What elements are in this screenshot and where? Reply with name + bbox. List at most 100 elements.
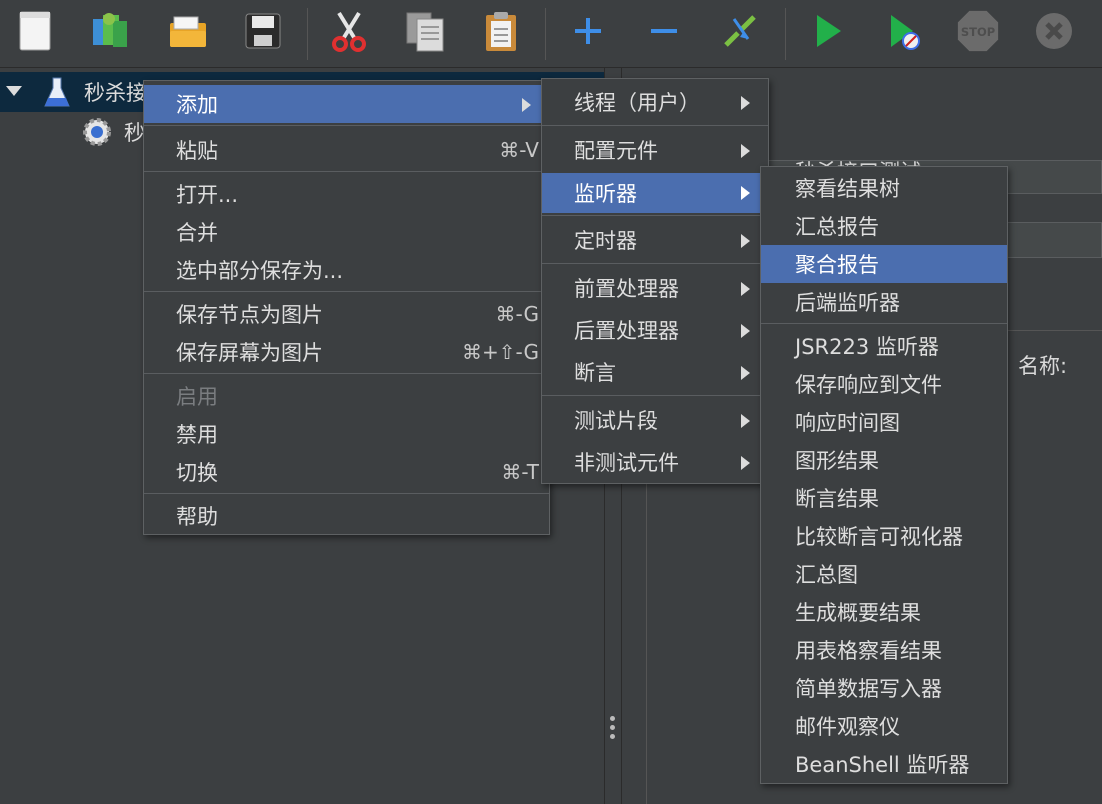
menu-item-help[interactable]: 帮助	[144, 497, 549, 535]
menu-item-assertion[interactable]: 断言	[542, 353, 768, 391]
menu-item-shortcut: ⌘+⇧-G	[462, 340, 539, 364]
copy-icon[interactable]	[402, 8, 448, 54]
menu-item-label: 聚合报告	[795, 253, 879, 277]
menu-item-label: BeanShell 监听器	[795, 753, 970, 777]
submenu-arrow-icon	[741, 234, 750, 248]
menu-separator	[542, 395, 768, 396]
menu-item-shortcut: ⌘-V	[499, 138, 539, 162]
chevron-down-icon[interactable]	[6, 86, 22, 96]
menu-item-jsr223-listener[interactable]: JSR223 监听器	[761, 327, 1007, 365]
menu-item-save-node-image[interactable]: 保存节点为图片 ⌘-G	[144, 295, 549, 333]
menu-item-label: 响应时间图	[795, 411, 900, 435]
menu-item-assertion-results[interactable]: 断言结果	[761, 479, 1007, 517]
paste-icon[interactable]	[478, 8, 524, 54]
menu-separator	[542, 125, 768, 126]
toolbar-separator	[785, 8, 786, 60]
start-no-pauses-icon[interactable]	[880, 8, 926, 54]
tree-node-label: 秒	[124, 121, 145, 145]
menu-item-label: 线程（用户）	[574, 91, 700, 115]
toggle-icon[interactable]	[717, 8, 763, 54]
name-label: 名称:	[1018, 354, 1068, 378]
menu-item-label: 添加	[176, 93, 218, 117]
menu-item-save-screen-image[interactable]: 保存屏幕为图片 ⌘+⇧-G	[144, 333, 549, 371]
menu-item-config-element[interactable]: 配置元件	[542, 131, 768, 169]
submenu-arrow-icon	[741, 96, 750, 110]
submenu-arrow-icon	[741, 144, 750, 158]
menu-separator	[542, 263, 768, 264]
menu-item-paste[interactable]: 粘贴 ⌘-V	[144, 131, 549, 169]
menu-item-response-time-graph[interactable]: 响应时间图	[761, 403, 1007, 441]
listener-submenu: 察看结果树 汇总报告 聚合报告 后端监听器 JSR223 监听器 保存响应到文件…	[760, 166, 1008, 784]
menu-item-open[interactable]: 打开...	[144, 175, 549, 213]
new-icon[interactable]	[12, 8, 58, 54]
menu-item-view-results-table[interactable]: 用表格察看结果	[761, 631, 1007, 669]
menu-item-test-fragment[interactable]: 测试片段	[542, 401, 768, 439]
menu-item-save-selection[interactable]: 选中部分保存为...	[144, 251, 549, 289]
menu-item-generate-summary-results[interactable]: 生成概要结果	[761, 593, 1007, 631]
submenu-arrow-icon	[522, 98, 531, 112]
menu-item-label: 断言	[574, 361, 616, 385]
toolbar: STOP	[0, 0, 1102, 68]
menu-item-disable[interactable]: 禁用	[144, 415, 549, 453]
menu-item-graph-results[interactable]: 图形结果	[761, 441, 1007, 479]
context-menu: 添加 粘贴 ⌘-V 打开... 合并 选中部分保存为... 保存节点为图片 ⌘-…	[143, 80, 550, 535]
menu-item-timer[interactable]: 定时器	[542, 221, 768, 259]
menu-item-label: 用表格察看结果	[795, 639, 942, 663]
menu-item-label: 保存屏幕为图片	[176, 341, 323, 365]
menu-item-label: 断言结果	[795, 487, 879, 511]
menu-item-threads[interactable]: 线程（用户）	[542, 83, 768, 121]
submenu-arrow-icon	[741, 414, 750, 428]
collapse-icon[interactable]	[641, 8, 687, 54]
menu-item-non-test-element[interactable]: 非测试元件	[542, 443, 768, 481]
menu-item-toggle[interactable]: 切换 ⌘-T	[144, 453, 549, 491]
menu-item-mailer-visualizer[interactable]: 邮件观察仪	[761, 707, 1007, 745]
submenu-arrow-icon	[741, 324, 750, 338]
menu-item-label: 帮助	[176, 505, 218, 529]
menu-item-compare-assertion-visualizer[interactable]: 比较断言可视化器	[761, 517, 1007, 555]
submenu-arrow-icon	[741, 456, 750, 470]
menu-item-view-results-tree[interactable]: 察看结果树	[761, 169, 1007, 207]
stop-text: STOP	[961, 25, 995, 39]
stop-icon[interactable]: STOP	[955, 8, 1001, 54]
menu-item-summary-graph[interactable]: 汇总图	[761, 555, 1007, 593]
menu-item-label: 选中部分保存为...	[176, 259, 344, 283]
save-icon[interactable]	[240, 8, 286, 54]
shutdown-icon[interactable]	[1031, 8, 1077, 54]
menu-item-pre-processor[interactable]: 前置处理器	[542, 269, 768, 307]
menu-item-label: 保存节点为图片	[176, 303, 323, 327]
menu-item-add[interactable]: 添加	[144, 85, 549, 123]
menu-item-label: 察看结果树	[795, 177, 900, 201]
templates-icon[interactable]	[88, 8, 134, 54]
menu-item-label: 前置处理器	[574, 277, 679, 301]
menu-item-save-responses[interactable]: 保存响应到文件	[761, 365, 1007, 403]
menu-item-summary-report[interactable]: 汇总报告	[761, 207, 1007, 245]
menu-item-label: 监听器	[574, 182, 637, 206]
start-icon[interactable]	[804, 8, 850, 54]
expand-icon[interactable]	[565, 8, 611, 54]
splitter-grip-icon[interactable]	[610, 716, 616, 746]
menu-item-label: 启用	[176, 385, 218, 409]
menu-item-merge[interactable]: 合并	[144, 213, 549, 251]
menu-item-simple-data-writer[interactable]: 简单数据写入器	[761, 669, 1007, 707]
menu-item-label: 邮件观察仪	[795, 715, 900, 739]
menu-item-label: 非测试元件	[574, 451, 679, 475]
menu-item-label: 切换	[176, 461, 218, 485]
tree-node-label: 秒杀接	[84, 81, 147, 105]
menu-separator	[144, 125, 549, 126]
menu-item-label: 测试片段	[574, 409, 658, 433]
menu-item-label: JSR223 监听器	[795, 335, 939, 359]
open-icon[interactable]	[165, 8, 211, 54]
add-submenu: 线程（用户） 配置元件 监听器 定时器 前置处理器 后置处理器 断言 测试片段 …	[541, 78, 769, 484]
menu-separator	[542, 215, 768, 216]
menu-item-label: 汇总图	[795, 563, 858, 587]
menu-item-aggregate-report[interactable]: 聚合报告	[761, 245, 1007, 283]
menu-item-beanshell-listener[interactable]: BeanShell 监听器	[761, 745, 1007, 783]
menu-item-post-processor[interactable]: 后置处理器	[542, 311, 768, 349]
menu-item-listener[interactable]: 监听器	[542, 173, 768, 213]
menu-item-label: 粘贴	[176, 139, 218, 163]
cut-icon[interactable]	[326, 8, 372, 54]
menu-item-enable: 启用	[144, 377, 549, 415]
menu-item-shortcut: ⌘-T	[501, 460, 539, 484]
menu-item-label: 生成概要结果	[795, 601, 921, 625]
menu-item-backend-listener[interactable]: 后端监听器	[761, 283, 1007, 321]
